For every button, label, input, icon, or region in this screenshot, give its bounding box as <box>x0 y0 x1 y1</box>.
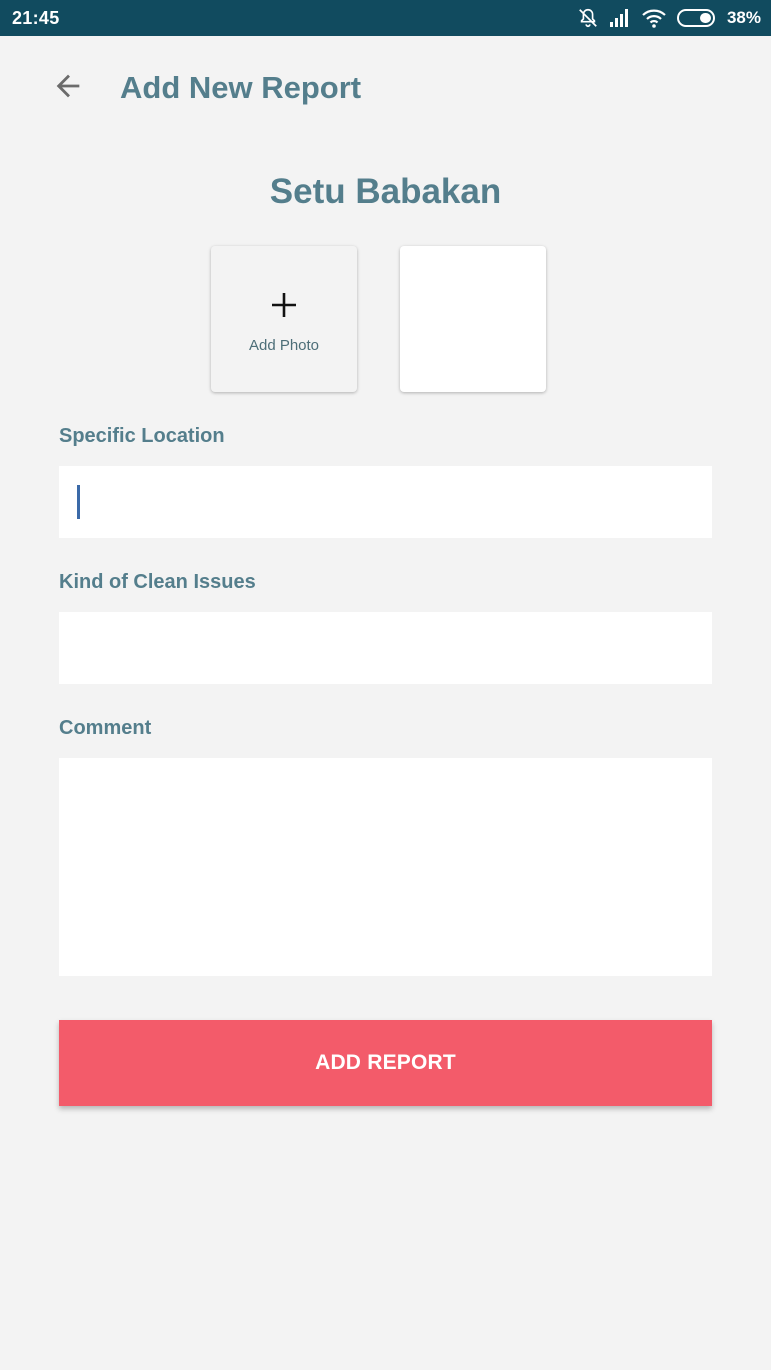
add-photo-button[interactable]: Add Photo <box>211 246 357 392</box>
battery-icon <box>676 8 717 28</box>
add-report-button[interactable]: ADD REPORT <box>59 1020 712 1106</box>
battery-percentage: 38% <box>726 8 761 27</box>
location-name: Setu Babakan <box>269 172 502 211</box>
text-cursor <box>77 485 80 519</box>
status-time: 21:45 <box>12 7 60 28</box>
status-bar: 21:45 38% <box>0 0 771 36</box>
app-bar: Add New Report <box>0 36 771 144</box>
arrow-back-icon <box>51 69 85 108</box>
comment-input[interactable] <box>59 758 712 976</box>
plus-icon <box>270 291 298 319</box>
comment-label: Comment <box>59 717 152 739</box>
notifications-off-icon <box>577 7 599 29</box>
kind-of-issues-label: Kind of Clean Issues <box>59 571 256 593</box>
page-title: Add New Report <box>120 70 362 105</box>
photo-slot[interactable] <box>400 246 546 392</box>
wifi-icon <box>641 8 667 28</box>
specific-location-input[interactable] <box>59 466 712 538</box>
back-button[interactable] <box>44 64 92 112</box>
specific-location-label: Specific Location <box>59 425 225 447</box>
cellular-signal-icon <box>609 8 631 28</box>
kind-of-issues-input[interactable] <box>59 612 712 684</box>
add-photo-label: Add Photo <box>248 337 320 354</box>
status-icons: 38% <box>577 7 761 29</box>
